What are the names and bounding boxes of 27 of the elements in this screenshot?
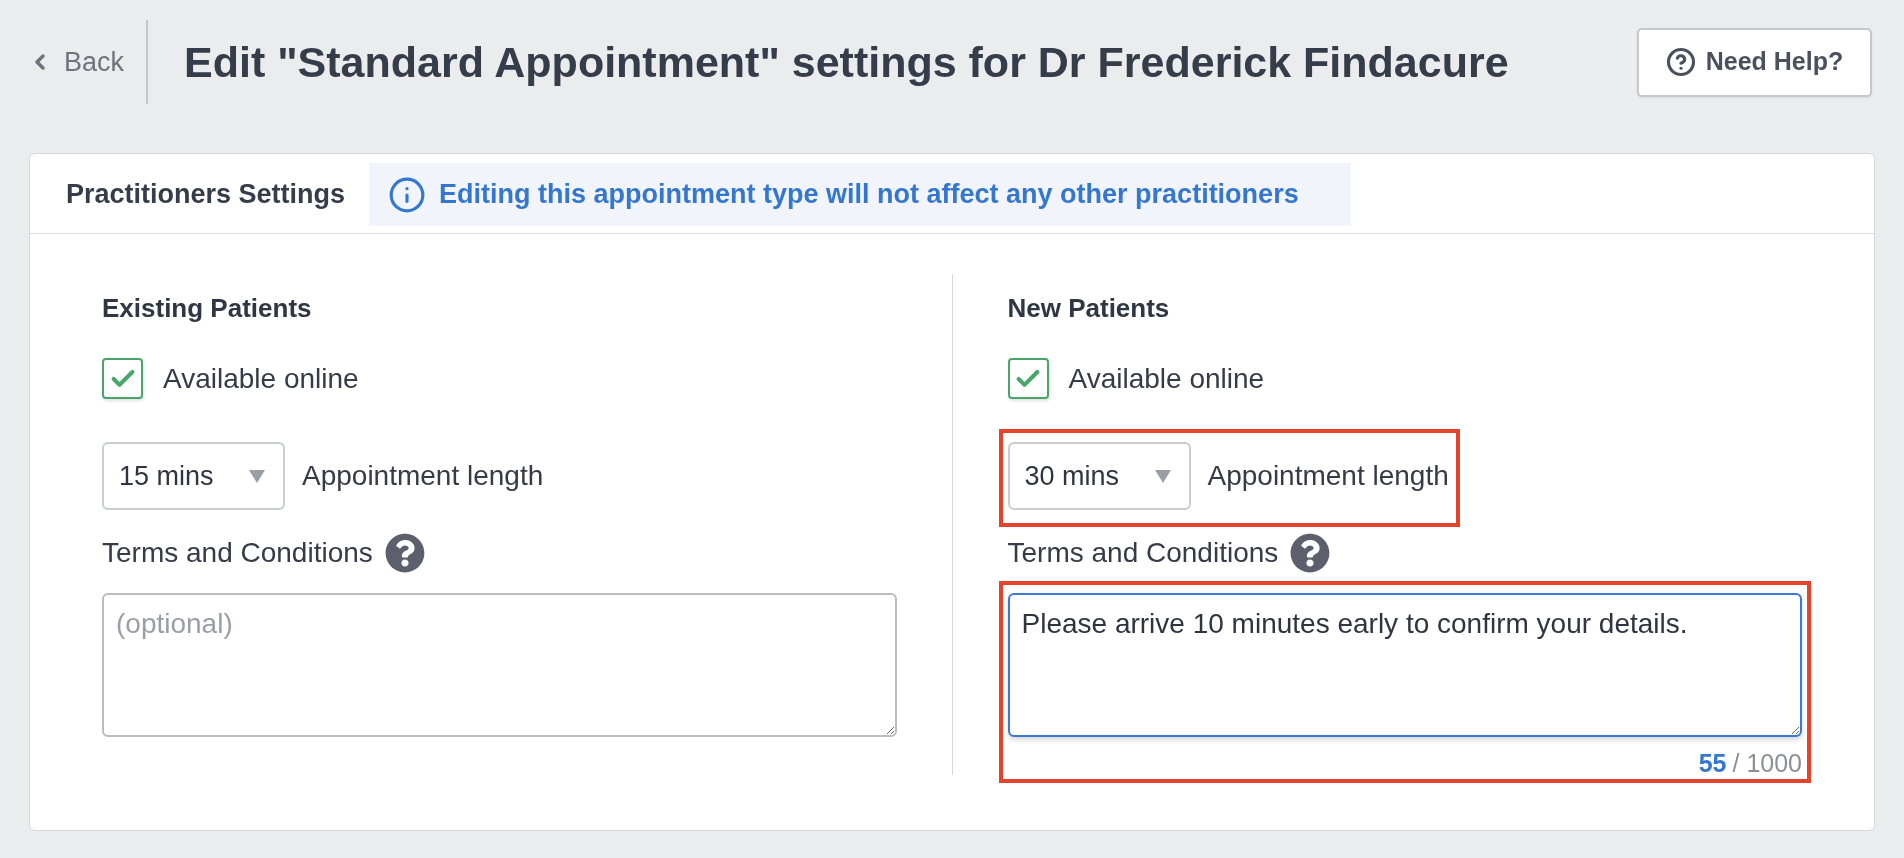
char-count: 55 [1698,751,1727,775]
page-title: Edit "Standard Appointment" settings for Dr Frederick Findacure [184,36,1509,88]
select-label: Appointment length [1207,459,1449,493]
field-label: Terms and Conditions [102,536,373,570]
checkbox-label: Available online [163,361,359,396]
caret-icon [249,469,265,483]
back-link[interactable]: Back [28,41,125,83]
field-label: Terms and Conditions [1007,536,1279,570]
select-label: Appointment length [302,459,544,493]
help-icon[interactable] [1290,533,1331,573]
notice-text: Editing this appointment type will not affect any other practitioners [439,178,1299,212]
length-select[interactable]: 15 mins [102,442,285,510]
checkbox-label: Available online [1068,361,1265,396]
help-icon [1665,47,1696,77]
section-heading: New Patients [1007,294,1170,322]
checkbox[interactable] [1007,358,1049,399]
checkbox[interactable] [102,358,143,399]
help-button[interactable]: Need Help? [1637,27,1872,97]
terms-field[interactable]: (optional) [102,593,897,737]
caret-icon [1154,469,1171,483]
char-limit: / 1000 [1732,751,1802,775]
section-heading: Existing Patients [102,294,312,322]
terms-field[interactable]: Please arrive 10 minutes early to confirm your details. [1007,593,1802,737]
info-icon [388,175,427,214]
length-select[interactable]: 30 mins [1007,442,1191,510]
help-icon[interactable] [384,533,425,573]
card-title: Practitioners Settings [66,178,346,211]
